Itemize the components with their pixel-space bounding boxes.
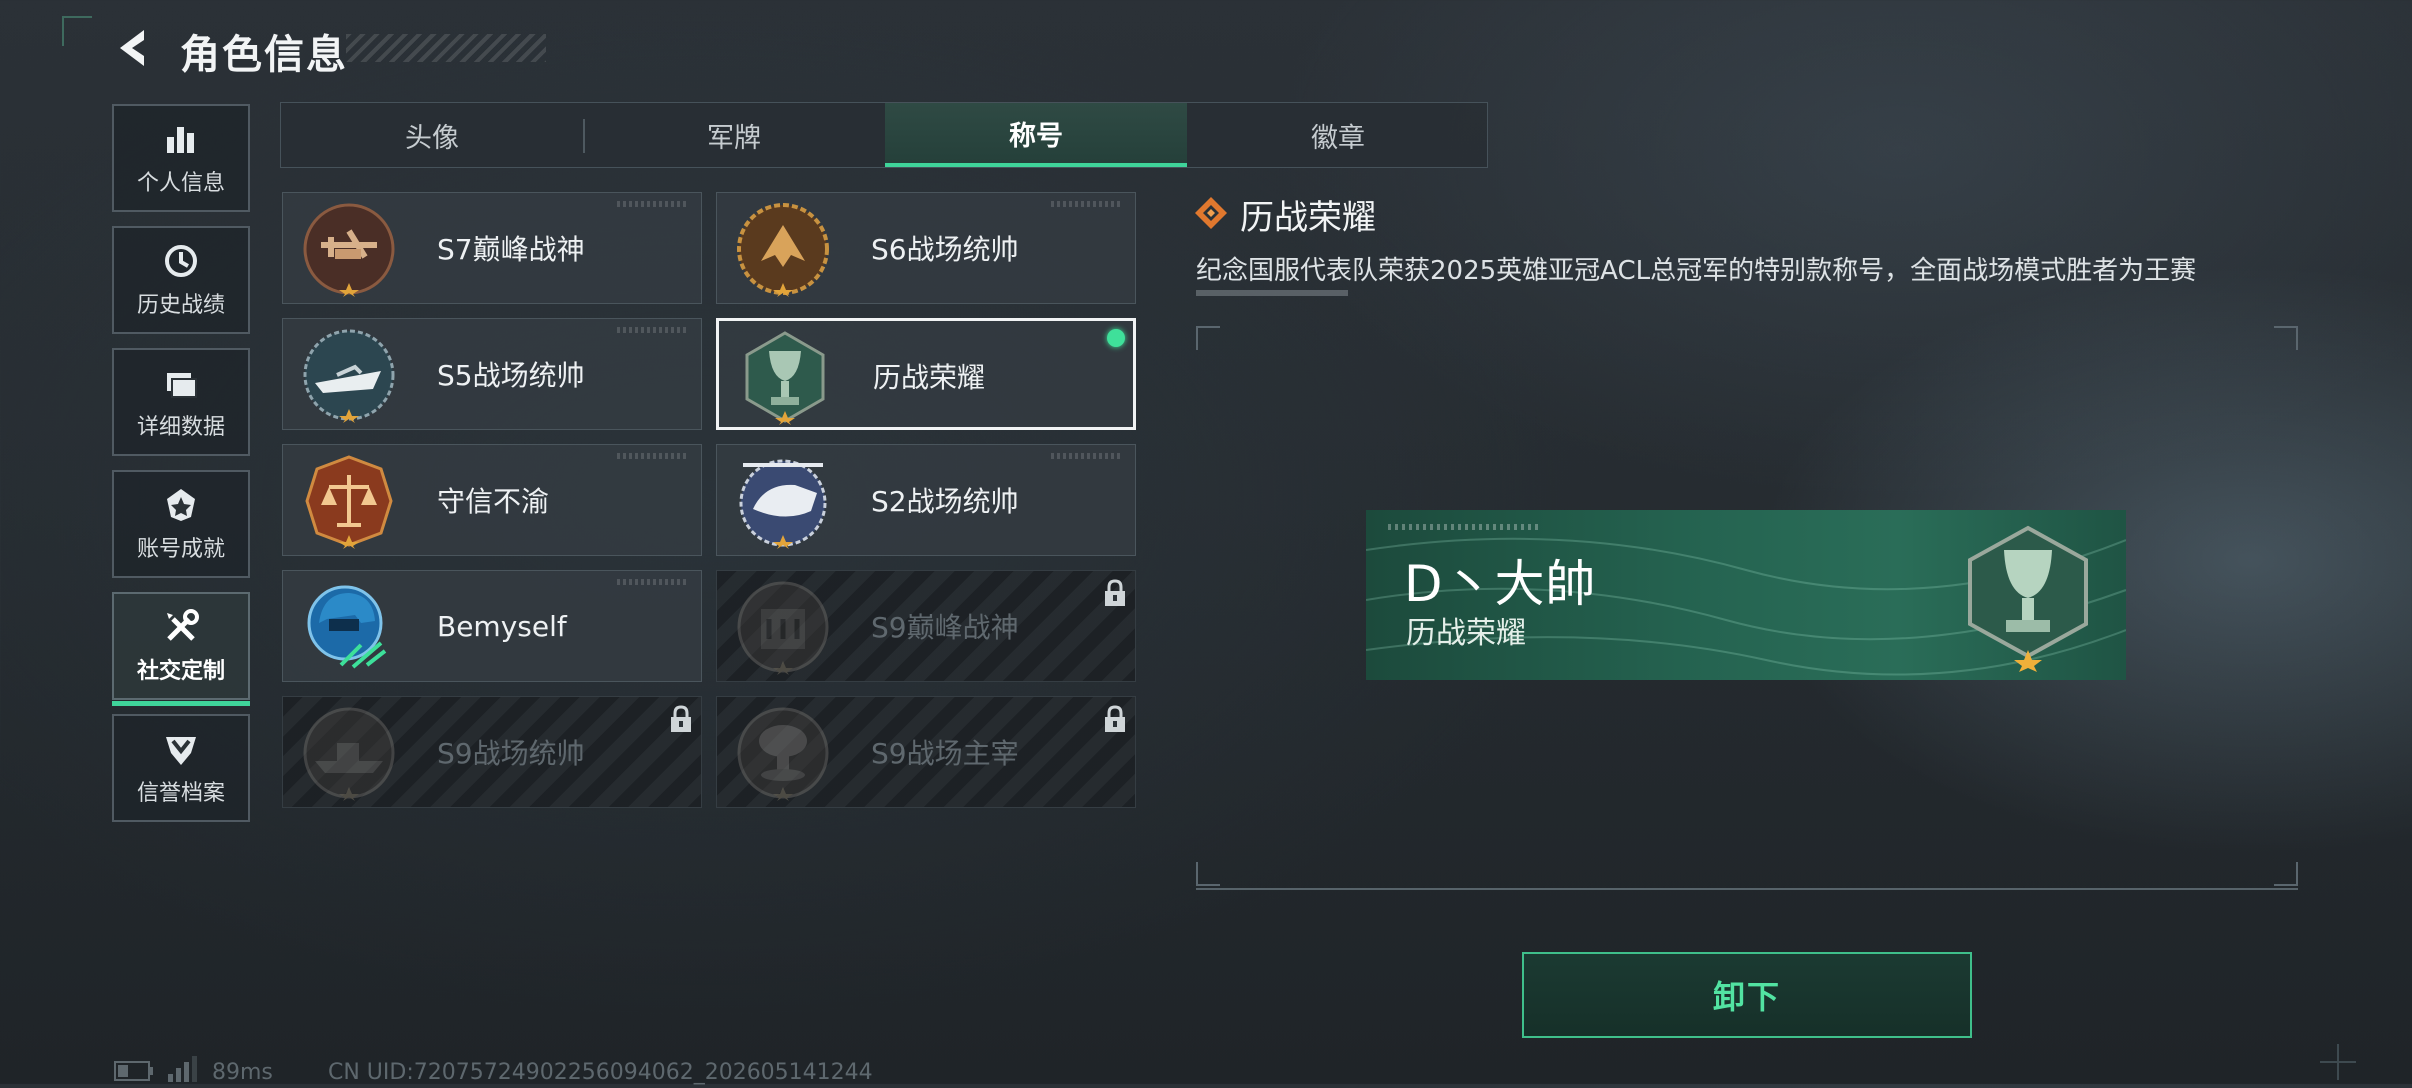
mushroom-cloud-medal-icon bbox=[735, 705, 831, 801]
ping-readout: 89ms bbox=[212, 1060, 273, 1085]
equipped-indicator bbox=[1107, 329, 1125, 347]
lock-icon bbox=[1103, 579, 1127, 607]
back-arrow-icon[interactable] bbox=[112, 26, 156, 70]
title-name: S7巅峰战神 bbox=[437, 233, 585, 266]
nav-label: 账号成就 bbox=[136, 537, 225, 562]
trophy-hexagon-icon bbox=[737, 329, 833, 425]
page-title: 角色信息 bbox=[180, 32, 348, 78]
trophy-hexagon-icon bbox=[1960, 522, 2096, 672]
crosshair-icon bbox=[2320, 1044, 2356, 1080]
card-decoration bbox=[1051, 201, 1121, 207]
title-card[interactable]: S5战场统帅 bbox=[282, 318, 702, 430]
title-card-locked[interactable]: S9战场统帅 bbox=[282, 696, 702, 808]
clock-history-icon bbox=[161, 241, 201, 281]
title-stripes-decoration bbox=[346, 34, 546, 62]
nav-item-achievements[interactable]: 账号成就 bbox=[112, 470, 250, 578]
title-name: S9战场统帅 bbox=[437, 737, 585, 770]
nav-label: 历史战绩 bbox=[136, 293, 225, 318]
frame-corner bbox=[1196, 326, 1220, 350]
description-scrollbar[interactable] bbox=[1196, 290, 1348, 296]
wrench-screwdriver-icon bbox=[161, 607, 201, 647]
divider bbox=[1196, 888, 2298, 890]
title-name: Bemyself bbox=[437, 609, 567, 643]
title-name: S6战场统帅 bbox=[871, 233, 1019, 266]
title-name: 历战荣耀 bbox=[873, 361, 986, 394]
bar-chart-icon bbox=[161, 119, 201, 159]
detail-description: 纪念国服代表队荣获2025英雄亚冠ACL总冠军的特别款称号，全面战场模式胜者为王… bbox=[1196, 256, 2197, 286]
corner-decoration bbox=[62, 16, 92, 46]
card-decoration bbox=[1051, 453, 1121, 459]
title-name: S5战场统帅 bbox=[437, 359, 585, 392]
title-card[interactable]: S2战场统帅 bbox=[716, 444, 1136, 556]
card-decoration bbox=[617, 453, 687, 459]
category-tabs: 头像 军牌 称号 徽章 bbox=[280, 102, 1488, 168]
warship-medal-icon bbox=[301, 705, 397, 801]
title-name: S9巅峰战神 bbox=[871, 611, 1019, 644]
nameplate-preview: D丶大帥 历战荣耀 bbox=[1366, 510, 2126, 680]
lock-icon bbox=[669, 705, 693, 733]
card-decoration bbox=[617, 327, 687, 333]
title-card[interactable]: S7巅峰战神 bbox=[282, 192, 702, 304]
helicopter-medal-icon bbox=[735, 453, 831, 549]
signal-icon bbox=[166, 1056, 198, 1084]
plate-title: 历战荣耀 bbox=[1406, 616, 1526, 651]
speedboat-medal-icon bbox=[301, 327, 397, 423]
nav-item-detailed-data[interactable]: 详细数据 bbox=[112, 348, 250, 456]
achievement-badge-icon bbox=[161, 485, 201, 525]
nav-label: 详细数据 bbox=[136, 415, 225, 440]
title-card[interactable]: Bemyself bbox=[282, 570, 702, 682]
nav-item-history[interactable]: 历史战绩 bbox=[112, 226, 250, 334]
tab-badge[interactable]: 徽章 bbox=[1187, 103, 1489, 167]
frame-corner bbox=[2274, 326, 2298, 350]
shield-chevron-icon bbox=[161, 729, 201, 769]
nav-label: 社交定制 bbox=[136, 659, 225, 684]
battery-icon bbox=[114, 1060, 154, 1082]
unequip-button[interactable]: 卸下 bbox=[1522, 952, 1972, 1038]
user-uid: CN UID:72075724902256094062_202605141244 bbox=[328, 1060, 873, 1085]
title-diamond-icon bbox=[1194, 196, 1228, 230]
nav-label: 信誉档案 bbox=[136, 781, 225, 806]
tab-title[interactable]: 称号 bbox=[885, 103, 1187, 167]
frame-corner bbox=[1196, 862, 1220, 886]
title-card-selected[interactable]: 历战荣耀 bbox=[716, 318, 1136, 430]
title-name: 守信不渝 bbox=[437, 485, 550, 518]
scales-medal-icon bbox=[301, 453, 397, 549]
nav-item-reputation[interactable]: 信誉档案 bbox=[112, 714, 250, 822]
detail-title: 历战荣耀 bbox=[1240, 198, 1376, 238]
nav-item-personal-info[interactable]: 个人信息 bbox=[112, 104, 250, 212]
title-card-locked[interactable]: S9战场主宰 bbox=[716, 696, 1136, 808]
card-decoration bbox=[617, 579, 687, 585]
title-name: S2战场统帅 bbox=[871, 485, 1019, 518]
folder-icon bbox=[161, 363, 201, 403]
title-name: S9战场主宰 bbox=[871, 737, 1019, 770]
crossbow-medal-icon bbox=[301, 201, 397, 297]
player-name: D丶大帥 bbox=[1404, 555, 1597, 613]
tab-dog-tag[interactable]: 军牌 bbox=[583, 103, 885, 167]
nav-label: 个人信息 bbox=[136, 171, 225, 196]
card-decoration bbox=[617, 201, 687, 207]
frame-corner bbox=[2274, 862, 2298, 886]
jet-medal-icon bbox=[735, 201, 831, 297]
title-card[interactable]: 守信不渝 bbox=[282, 444, 702, 556]
nav-item-social-custom[interactable]: 社交定制 bbox=[112, 592, 250, 706]
plate-decoration bbox=[1388, 524, 1538, 530]
tab-avatar[interactable]: 头像 bbox=[281, 103, 583, 167]
building-medal-icon bbox=[735, 579, 831, 675]
soldier-helmet-icon bbox=[301, 579, 397, 675]
title-card[interactable]: S6战场统帅 bbox=[716, 192, 1136, 304]
title-card-locked[interactable]: S9巅峰战神 bbox=[716, 570, 1136, 682]
lock-icon bbox=[1103, 705, 1127, 733]
